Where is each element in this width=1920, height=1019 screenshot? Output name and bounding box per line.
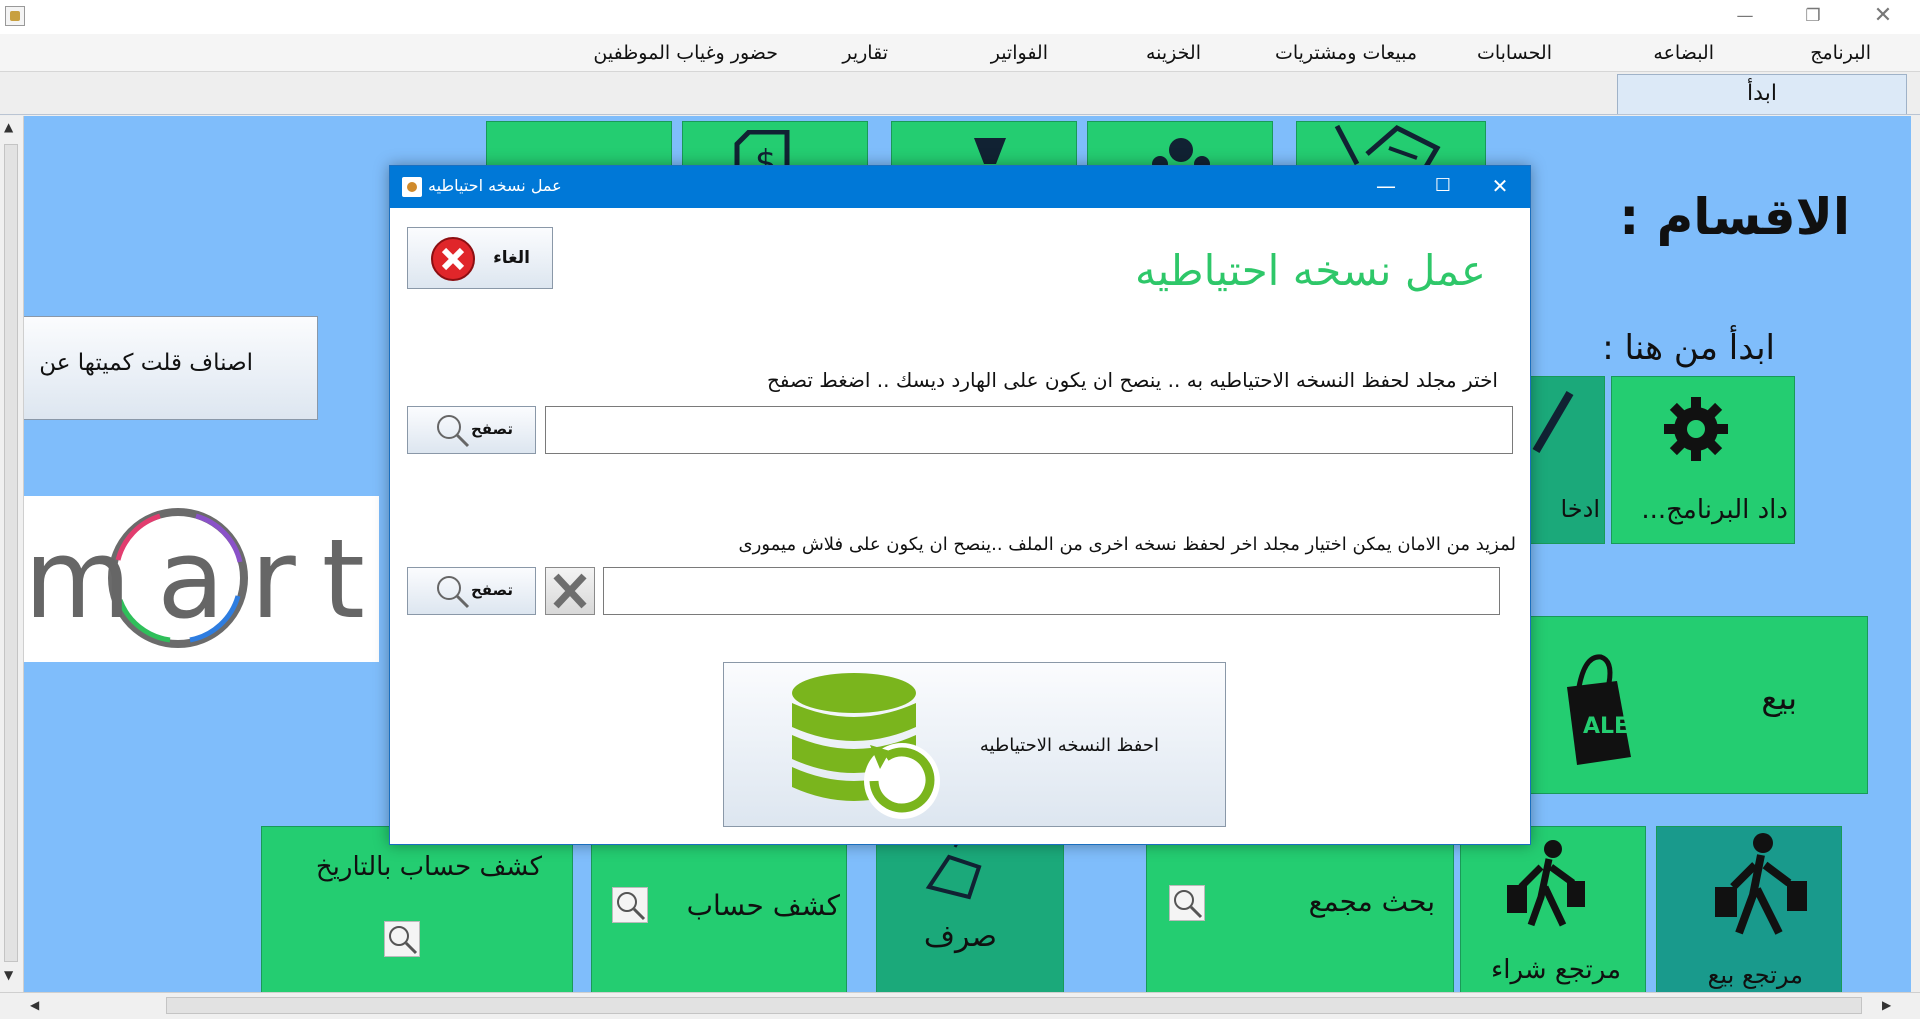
browse-secondary-button[interactable]: تصفح [407, 567, 536, 615]
scroll-right-icon[interactable]: ▶ [1882, 998, 1891, 1012]
mart-logo: mart [24, 496, 379, 662]
tab-start[interactable]: ابدأ [1617, 74, 1907, 114]
cancel-x-icon [431, 237, 475, 281]
settings-tile[interactable]: داد البرنامج... [1611, 376, 1795, 544]
java-app-icon [5, 6, 25, 26]
menu-reports[interactable]: تقارير [842, 42, 888, 64]
primary-path-field[interactable] [545, 406, 1513, 454]
account-tile-label: كشف حساب [686, 889, 840, 922]
restore-icon[interactable]: ❐ [1784, 0, 1842, 34]
dialog-close-icon[interactable]: ✕ [1471, 166, 1529, 208]
menu-program[interactable]: البرنامج [1810, 42, 1871, 64]
walker-icon [1715, 833, 1807, 935]
secondary-folder-instruction: لمزيد من الامان يمكن اختيار مجلد اخر لحف… [738, 534, 1516, 555]
menu-accounts[interactable]: الحسابات [1477, 42, 1552, 64]
scroll-down-icon[interactable]: ▼ [4, 968, 13, 982]
account-tile[interactable]: كشف حساب [591, 826, 847, 992]
menu-treasury[interactable]: الخزينه [1146, 42, 1201, 64]
account-search-icon [612, 887, 648, 923]
sections-title: الاقسام : [1619, 188, 1850, 246]
account-by-date-search-icon [384, 921, 420, 957]
svg-text:ALE: ALE [1583, 714, 1629, 739]
dialog-minimize-icon[interactable]: — [1357, 166, 1415, 208]
gear-icon [1664, 397, 1728, 461]
cancel-label: الغاء [493, 248, 530, 268]
primary-folder-instruction: اختر مجلد لحفظ النسخه الاحتياطيه به .. ي… [766, 368, 1498, 392]
scroll-left-icon[interactable]: ◀ [30, 998, 39, 1012]
entry-tile-label: ادخا [1560, 495, 1600, 523]
menu-attendance[interactable]: حضور وغياب الموظفين [593, 42, 778, 64]
sale-return-tile[interactable]: مرتجع بيع [1656, 826, 1842, 992]
save-backup-label: احفظ النسخه الاحتياطيه [979, 735, 1159, 756]
vertical-scroll-thumb[interactable] [4, 144, 18, 962]
settings-tile-label: داد البرنامج... [1641, 495, 1788, 525]
dialog-maximize-icon[interactable]: ☐ [1414, 166, 1472, 208]
horizontal-scroll-thumb[interactable] [166, 997, 1862, 1014]
combined-search-tile[interactable]: بحث مجمع [1146, 826, 1454, 992]
browse-secondary-label: تصفح [470, 581, 513, 599]
sell-tile-label: بيع [1761, 679, 1797, 717]
dialog-heading: عمل نسخه احتياطيه [1134, 246, 1486, 295]
expense-tile-label: صرف [923, 919, 997, 954]
combined-search-icon [1169, 885, 1205, 921]
cancel-button[interactable]: الغاء [407, 227, 553, 289]
menu-sales-purchases[interactable]: مبيعات ومشتريات [1275, 42, 1417, 64]
secondary-path-field[interactable] [603, 567, 1500, 615]
low-stock-label: اصناف قلت كميتها عن [39, 350, 253, 376]
purchase-return-tile[interactable]: مرتجع شراء [1460, 826, 1646, 992]
close-icon[interactable]: ✕ [1854, 0, 1912, 34]
combined-search-label: بحث مجمع [1308, 885, 1435, 918]
dialog-java-icon [402, 177, 422, 197]
menu-goods[interactable]: البضاعه [1653, 42, 1714, 64]
account-by-date-label: كشف حساب بالتاريخ [315, 852, 542, 882]
dialog-titlebar: عمل نسخه احتياطيه — ☐ ✕ [390, 166, 1530, 208]
shopper-icon [1507, 840, 1585, 927]
clear-secondary-button[interactable] [545, 567, 595, 615]
browse-secondary-search-icon [434, 573, 470, 609]
account-by-date-tile[interactable]: كشف حساب بالتاريخ [261, 826, 573, 992]
scroll-up-icon[interactable]: ▲ [4, 120, 13, 134]
window-titlebar: — ❐ ✕ [0, 0, 1920, 34]
expense-tile[interactable]: صرف [876, 826, 1064, 992]
logo-text: mart [24, 515, 379, 643]
database-restore-icon [792, 673, 940, 819]
clear-x-icon [553, 573, 587, 609]
sale-bag-icon: ALE [1567, 654, 1631, 765]
backup-dialog: عمل نسخه احتياطيه — ☐ ✕ الغاء عمل نسخه ا… [389, 165, 1531, 845]
purchase-return-label: مرتجع شراء [1491, 955, 1621, 985]
save-backup-button[interactable]: احفظ النسخه الاحتياطيه [723, 662, 1226, 827]
dialog-title: عمل نسخه احتياطيه [428, 176, 562, 195]
start-here-label: ابدأ من هنا : [1602, 328, 1775, 368]
browse-primary-label: تصفح [470, 420, 513, 438]
browse-primary-button[interactable]: تصفح [407, 406, 536, 454]
minimize-icon[interactable]: — [1716, 0, 1774, 34]
vertical-scrollbar[interactable]: ▲ ▼ [0, 116, 24, 992]
menu-invoices[interactable]: الفواتير [991, 42, 1048, 64]
horizontal-scrollbar[interactable]: ◀ ▶ [0, 992, 1920, 1019]
menu-bar: البرنامج البضاعه الحسابات مبيعات ومشتريا… [0, 34, 1920, 72]
low-stock-button[interactable]: اصناف قلت كميتها عن [24, 316, 318, 420]
sale-return-label: مرتجع بيع [1707, 961, 1803, 989]
pencil-icon [1532, 390, 1574, 454]
sell-tile[interactable]: ALE بيع [1506, 616, 1868, 794]
browse-primary-search-icon [434, 412, 470, 448]
